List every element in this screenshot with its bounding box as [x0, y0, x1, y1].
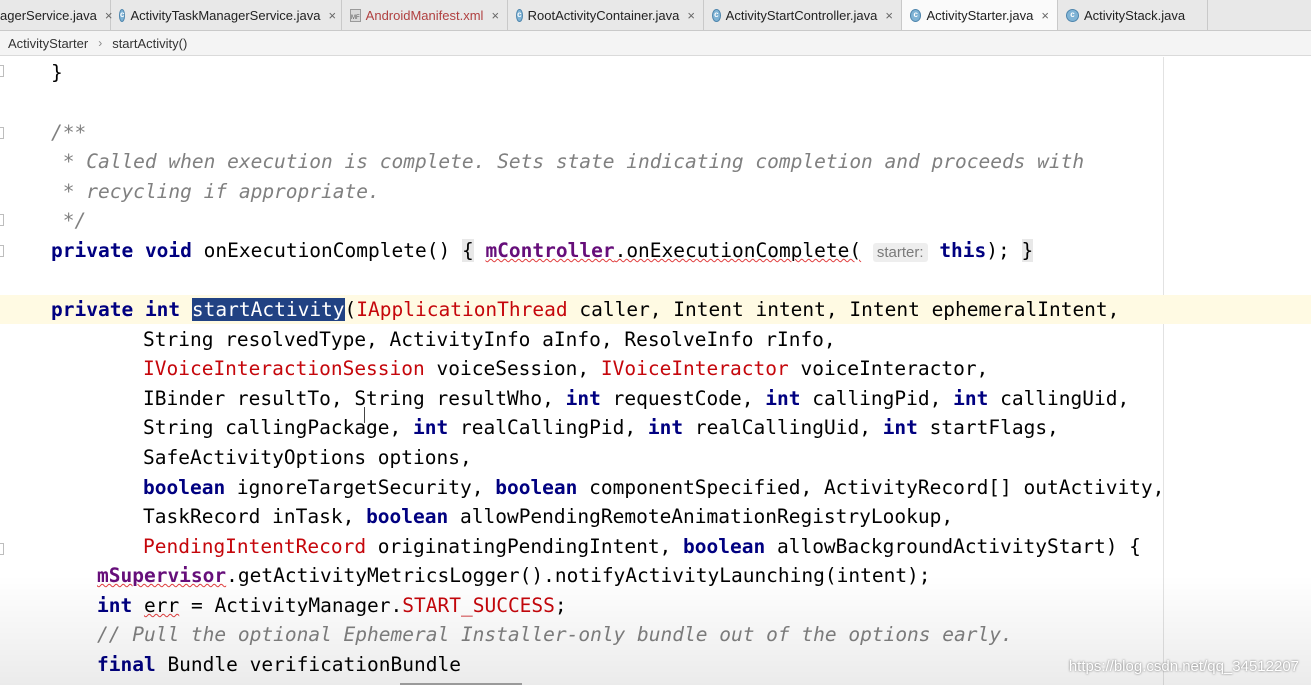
code-line: String resolvedType, ActivityInfo aInfo,… [0, 325, 1311, 354]
code-text: int err = ActivityManager.START_SUCCESS; [97, 594, 567, 617]
code-line: int err = ActivityManager.START_SUCCESS; [0, 591, 1311, 620]
watermark: https://blog.csdn.net/qq_34512207 [1068, 658, 1299, 675]
code-line: /** [0, 118, 1311, 147]
code-line: PendingIntentRecord originatingPendingIn… [0, 532, 1311, 561]
code-line: mSupervisor.getActivityMetricsLogger().n… [0, 561, 1311, 590]
class-icon: c [516, 8, 523, 22]
class-icon: c [910, 8, 922, 22]
tab-android-manifest[interactable]: MF AndroidManifest.xml × [342, 0, 508, 30]
code-text: String resolvedType, ActivityInfo aInfo,… [143, 328, 836, 351]
code-text: IBinder resultTo, String resultWho, int … [143, 387, 1130, 410]
code-text: final Bundle verificationBundle [97, 653, 461, 676]
code-line: IVoiceInteractionSession voiceSession, I… [0, 354, 1311, 383]
editor-tab-bar: agerService.java × c ActivityTaskManager… [0, 0, 1311, 31]
close-icon[interactable]: × [1041, 8, 1049, 23]
code-text: mSupervisor.getActivityMetricsLogger().n… [97, 564, 931, 587]
code-editor[interactable]: } /** * Called when execution is complet… [0, 57, 1311, 685]
code-text: } [51, 61, 63, 84]
tab-label: RootActivityContainer.java [527, 7, 680, 23]
code-line-current: private int startActivity(IApplicationTh… [0, 295, 1311, 324]
code-text: SafeActivityOptions options, [143, 446, 472, 469]
code-text: private void onExecutionComplete() { mCo… [51, 239, 1034, 262]
tab-activity-manager-service[interactable]: agerService.java × [0, 0, 112, 30]
code-line: // Pull the optional Ephemeral Installer… [0, 620, 1311, 649]
tab-label: ActivityStartController.java [725, 7, 878, 23]
class-icon: c [1066, 8, 1079, 22]
code-line: * recycling if appropriate. [0, 177, 1311, 206]
comment-text: * Called when execution is complete. Set… [51, 150, 1085, 173]
selected-text: startActivity [191, 298, 345, 321]
code-line: String callingPackage, int realCallingPi… [0, 413, 1311, 442]
class-icon: c [119, 8, 126, 22]
tab-activity-starter[interactable]: c ActivityStarter.java × [902, 0, 1058, 30]
close-icon[interactable]: × [328, 8, 336, 23]
tab-label: ActivityTaskManagerService.java [130, 7, 321, 23]
class-icon: c [712, 8, 721, 22]
tab-activity-stack[interactable]: c ActivityStack.java [1058, 0, 1208, 30]
code-line: private void onExecutionComplete() { mCo… [0, 236, 1311, 265]
close-icon[interactable]: × [687, 8, 695, 23]
tab-label: AndroidManifest.xml [365, 7, 484, 23]
comment-text: * recycling if appropriate. [51, 180, 380, 203]
close-icon[interactable]: × [491, 8, 499, 23]
code-text: private int startActivity(IApplicationTh… [51, 298, 1120, 321]
breadcrumb: ActivityStarter › startActivity() [0, 31, 1311, 56]
code-line: */ [0, 206, 1311, 235]
code-text: TaskRecord inTask, boolean allowPendingR… [143, 505, 954, 528]
code-line: * Called when execution is complete. Set… [0, 147, 1311, 176]
tab-label: agerService.java [0, 7, 97, 23]
tab-activity-task-manager-service[interactable]: c ActivityTaskManagerService.java × [111, 0, 342, 30]
tab-root-activity-container[interactable]: c RootActivityContainer.java × [508, 0, 704, 30]
comment-text: /** [51, 121, 87, 144]
code-text: PendingIntentRecord originatingPendingIn… [143, 535, 1141, 558]
breadcrumb-class[interactable]: ActivityStarter [8, 36, 88, 51]
breadcrumb-method[interactable]: startActivity() [112, 36, 187, 51]
tab-label: ActivityStarter.java [926, 7, 1034, 23]
code-line: } [0, 58, 1311, 87]
breadcrumb-separator: › [98, 36, 103, 50]
parameter-hint: starter: [872, 243, 928, 262]
tab-activity-start-controller[interactable]: c ActivityStartController.java × [704, 0, 902, 30]
close-icon[interactable]: × [885, 8, 893, 23]
manifest-icon: MF [350, 8, 361, 22]
code-line: IBinder resultTo, String resultWho, int … [0, 384, 1311, 413]
code-line: boolean ignoreTargetSecurity, boolean co… [0, 473, 1311, 502]
tab-label: ActivityStack.java [1084, 7, 1186, 23]
code-text: boolean ignoreTargetSecurity, boolean co… [143, 476, 1165, 499]
code-text: IVoiceInteractionSession voiceSession, I… [143, 357, 989, 380]
code-text: String callingPackage, int realCallingPi… [143, 416, 1059, 439]
comment-text: */ [51, 209, 87, 232]
code-line: TaskRecord inTask, boolean allowPendingR… [0, 502, 1311, 531]
comment-text: // Pull the optional Ephemeral Installer… [97, 623, 1013, 646]
code-line: SafeActivityOptions options, [0, 443, 1311, 472]
